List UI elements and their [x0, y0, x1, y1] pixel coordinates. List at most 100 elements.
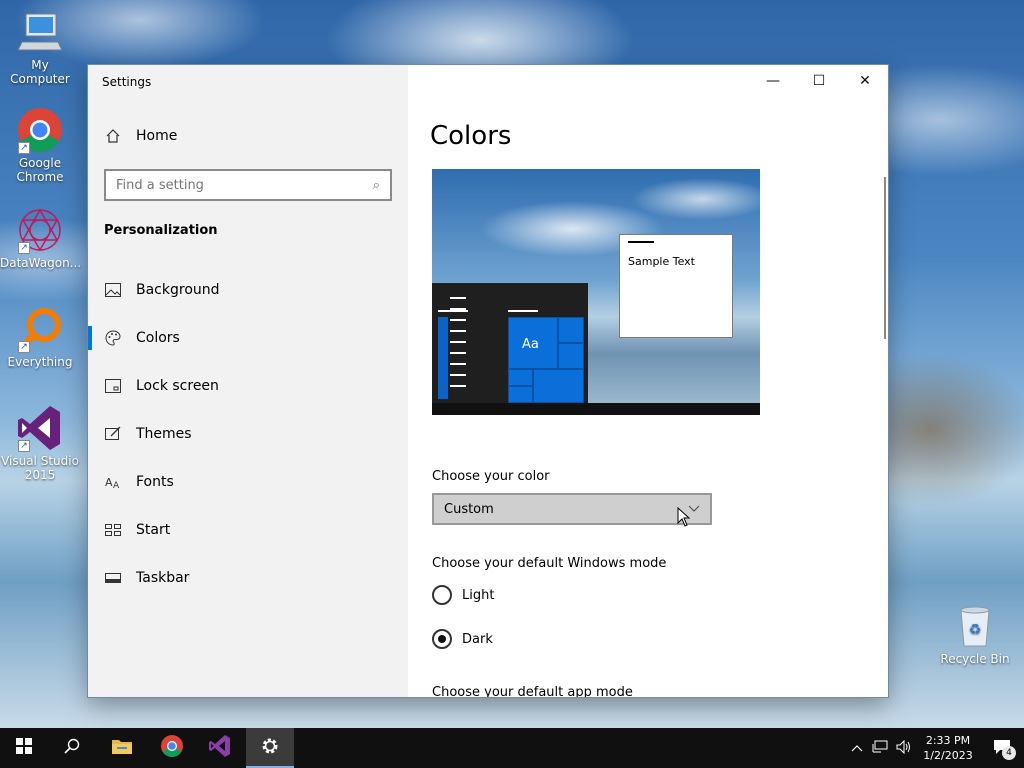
preview-window: Sample Text: [619, 234, 733, 338]
sidebar-item-label: Lock screen: [136, 378, 219, 394]
desktop-icon-datawagon[interactable]: ↗ DataWagon...: [0, 206, 82, 270]
desktop-icon-label: Recycle Bin: [940, 652, 1010, 666]
radio-button[interactable]: [432, 585, 452, 605]
preview-sample-text: Sample Text: [628, 255, 695, 268]
volume-icon[interactable]: [892, 739, 916, 757]
palette-icon: [104, 329, 122, 347]
taskbar-visual-studio[interactable]: [196, 728, 244, 768]
radio-light[interactable]: Light: [432, 585, 494, 605]
choose-color-dropdown[interactable]: Custom: [432, 493, 712, 525]
windows-logo-icon: [16, 738, 32, 758]
image-icon: [104, 281, 122, 299]
svg-text:A: A: [113, 481, 120, 489]
settings-sidebar: Settings Home ⌕ Personalization Backgrou…: [88, 65, 408, 697]
desktop-icon-label: Visual Studio 2015: [1, 454, 79, 482]
shortcut-arrow-icon: ↗: [18, 242, 30, 254]
search-input[interactable]: [116, 177, 373, 193]
themes-icon: [104, 425, 122, 443]
radio-button-selected[interactable]: [432, 629, 452, 649]
sidebar-item-label: Themes: [136, 426, 192, 442]
shortcut-arrow-icon: ↗: [18, 142, 30, 154]
sidebar-item-colors[interactable]: Colors: [88, 314, 408, 362]
sidebar-item-lock-screen[interactable]: Lock screen: [88, 362, 408, 410]
chrome-icon: [160, 734, 184, 762]
start-button[interactable]: [0, 728, 48, 768]
desktop-icon-google-chrome[interactable]: ↗ Google Chrome: [0, 106, 80, 184]
windows-mode-label: Choose your default Windows mode: [432, 556, 667, 571]
shortcut-arrow-icon: ↗: [18, 440, 30, 452]
radio-dark[interactable]: Dark: [432, 629, 493, 649]
minimize-button[interactable]: —: [750, 65, 796, 97]
section-heading: Personalization: [104, 223, 218, 238]
clock[interactable]: 2:33 PM 1/2/2023: [916, 733, 980, 763]
sidebar-nav-list: Background Colors Lock screen Themes A A…: [88, 266, 408, 602]
computer-icon: [16, 8, 64, 56]
fonts-icon: AA: [104, 473, 122, 491]
sidebar-item-label: Background: [136, 282, 220, 298]
lock-screen-icon: [104, 377, 122, 395]
recycle-bin-icon: ♻: [951, 602, 999, 650]
radio-label: Dark: [462, 631, 493, 647]
dropdown-value: Custom: [444, 501, 494, 517]
sidebar-item-themes[interactable]: Themes: [88, 410, 408, 458]
sidebar-item-fonts[interactable]: AA Fonts: [88, 458, 408, 506]
search-icon: [64, 738, 80, 758]
close-button[interactable]: ✕: [842, 65, 888, 97]
preview-taskbar: [432, 403, 760, 415]
search-icon: ⌕: [372, 177, 380, 193]
scrollbar-thumb[interactable]: [884, 177, 886, 339]
radio-label: Light: [462, 587, 495, 603]
window-title: Settings: [102, 75, 152, 89]
sidebar-item-label: Taskbar: [136, 570, 190, 586]
clock-time: 2:33 PM: [925, 734, 971, 747]
magnifier-orange-icon: ↗: [16, 305, 64, 353]
preview-list-lines: [438, 297, 468, 396]
preview-tiles: Aa: [508, 317, 584, 403]
preview-tile-text: Aa: [522, 337, 539, 352]
sidebar-item-background[interactable]: Background: [88, 266, 408, 314]
network-icon[interactable]: [868, 740, 892, 757]
preview-line: [508, 310, 538, 312]
home-icon: [104, 127, 122, 145]
shortcut-arrow-icon: ↗: [18, 341, 30, 353]
taskbar-icon: [104, 569, 122, 587]
sidebar-item-home[interactable]: Home: [104, 127, 177, 145]
chrome-icon: ↗: [16, 106, 64, 154]
desktop-icon-label: My Computer: [10, 58, 70, 86]
sidebar-item-start[interactable]: Start: [88, 506, 408, 554]
chevron-up-icon[interactable]: [846, 741, 868, 755]
taskbar-settings[interactable]: [246, 728, 294, 768]
sidebar-item-label: Colors: [136, 330, 180, 346]
folder-icon: [111, 737, 133, 759]
desktop-icon-label: DataWagon...: [0, 256, 82, 270]
color-preview: Aa Sample Text: [432, 169, 760, 415]
sidebar-item-label: Fonts: [136, 474, 174, 490]
sidebar-item-label: Start: [136, 522, 171, 538]
taskbar-file-explorer[interactable]: [98, 728, 146, 768]
maximize-button[interactable]: ☐: [796, 65, 842, 97]
action-center-button[interactable]: 4: [980, 728, 1024, 768]
visual-studio-icon: [208, 734, 232, 762]
desktop-icon-everything[interactable]: ↗ Everything: [0, 305, 80, 369]
svg-text:A: A: [105, 476, 113, 489]
sidebar-item-taskbar[interactable]: Taskbar: [88, 554, 408, 602]
search-box[interactable]: ⌕: [104, 169, 392, 201]
desktop-icon-my-computer[interactable]: My Computer: [0, 8, 80, 86]
desktop-icon-label: Everything: [7, 355, 73, 369]
colors-page: — ☐ ✕ Colors Aa Sample Text Choose your …: [408, 65, 888, 697]
desktop-icon-visual-studio[interactable]: ↗ Visual Studio 2015: [0, 404, 80, 482]
system-tray: 2:33 PM 1/2/2023 4: [846, 728, 1024, 768]
taskbar: 2:33 PM 1/2/2023 4: [0, 728, 1024, 768]
start-icon: [104, 521, 122, 539]
sidebar-item-label: Home: [136, 128, 178, 144]
desktop-icon-label: Google Chrome: [16, 156, 64, 184]
window-controls: — ☐ ✕: [750, 65, 888, 97]
page-title: Colors: [430, 121, 512, 151]
choose-color-label: Choose your color: [432, 469, 550, 484]
visual-studio-icon: ↗: [16, 404, 64, 452]
taskbar-search-button[interactable]: [48, 728, 96, 768]
desktop-icon-recycle-bin[interactable]: ♻ Recycle Bin: [935, 602, 1015, 666]
clock-date: 1/2/2023: [923, 749, 973, 762]
taskbar-chrome[interactable]: [148, 728, 196, 768]
svg-text:♻: ♻: [969, 622, 982, 638]
